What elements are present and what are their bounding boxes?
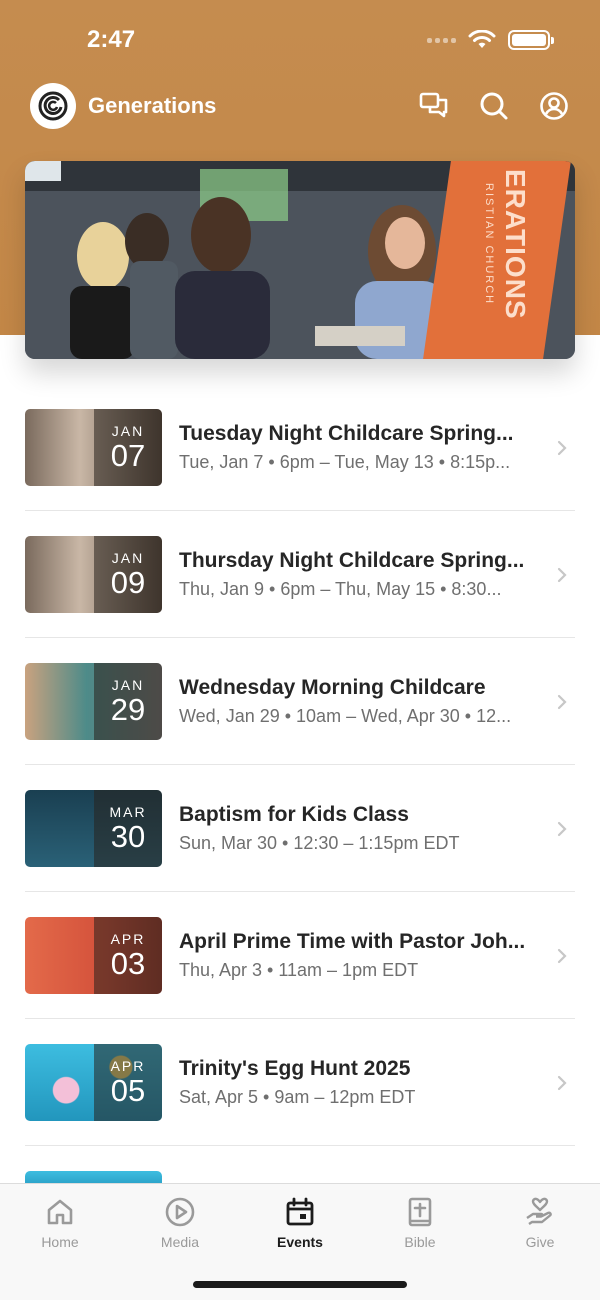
date-month: APR — [110, 1057, 146, 1074]
status-bar: 2:47 — [0, 0, 600, 80]
event-row[interactable]: JAN 09 Thursday Night Childcare Spring..… — [25, 511, 575, 638]
event-title: Trinity's Egg Hunt 2025 — [179, 1056, 411, 1080]
event-thumbnail: APR 03 — [25, 916, 162, 994]
tab-media[interactable]: Media — [120, 1184, 240, 1268]
date-day: 29 — [110, 691, 146, 727]
date-badge: JAN 07 — [94, 408, 162, 486]
banner-text: ERATIONS — [500, 169, 531, 320]
status-time: 2:47 — [87, 26, 136, 53]
tab-bible[interactable]: Bible — [360, 1184, 480, 1268]
event-row[interactable]: JAN 29 Wednesday Morning Childcare Wed, … — [25, 638, 575, 765]
event-title: April Prime Time with Pastor Joh... — [179, 929, 526, 953]
status-icons — [427, 30, 554, 50]
event-title: Wednesday Morning Childcare — [179, 675, 486, 699]
tab-label: Give — [525, 1234, 555, 1250]
bible-icon — [408, 1197, 432, 1227]
date-badge: APR 03 — [94, 916, 162, 994]
home-indicator — [193, 1281, 407, 1288]
chevron-right-icon — [557, 694, 567, 710]
chevron-right-icon — [557, 440, 567, 456]
event-row[interactable]: JAN 07 Tuesday Night Childcare Spring...… — [25, 384, 575, 511]
calendar-icon — [286, 1197, 314, 1226]
featured-banner-image[interactable]: ERATIONS RISTIAN CHURCH — [25, 161, 575, 359]
event-time: Wed, Jan 29 • 10am – Wed, Apr 30 • 12... — [179, 705, 512, 726]
event-time: Thu, Jan 9 • 6pm – Thu, May 15 • 8:30... — [179, 578, 502, 599]
banner-subtext: RISTIAN CHURCH — [483, 183, 495, 306]
event-title: Thursday Night Childcare Spring... — [179, 548, 525, 572]
chevron-right-icon — [557, 821, 567, 837]
date-day: 09 — [110, 564, 146, 600]
chat-icon[interactable] — [418, 90, 450, 122]
date-month: JAN — [111, 676, 145, 693]
date-day: 30 — [110, 818, 146, 854]
event-time: Sun, Mar 30 • 12:30 – 1:15pm EDT — [179, 832, 460, 853]
date-day: 05 — [110, 1072, 146, 1108]
chevron-right-icon — [557, 948, 567, 964]
tab-label: Media — [160, 1234, 200, 1250]
event-list: JAN 07 Tuesday Night Childcare Spring...… — [25, 384, 575, 1273]
date-day: 03 — [110, 945, 146, 981]
cellular-signal-icon — [427, 37, 456, 43]
tab-bar: Home Media Events Bible Give — [0, 1183, 600, 1300]
date-badge: JAN 09 — [94, 535, 162, 613]
wifi-icon — [468, 30, 496, 48]
date-badge: JAN 29 — [94, 662, 162, 740]
header-actions — [418, 90, 570, 122]
event-time: Thu, Apr 3 • 11am – 1pm EDT — [179, 959, 419, 980]
date-month: MAR — [109, 803, 147, 820]
event-row[interactable]: APR 03 April Prime Time with Pastor Joh.… — [25, 892, 575, 1019]
event-row[interactable]: MAR 30 Baptism for Kids Class Sun, Mar 3… — [25, 765, 575, 892]
app-title: Generations — [88, 93, 217, 118]
event-thumbnail: JAN 07 — [25, 408, 162, 486]
tab-label: Home — [41, 1234, 79, 1250]
home-icon — [47, 1199, 73, 1225]
event-row[interactable]: APR 05 Trinity's Egg Hunt 2025 Sat, Apr … — [25, 1019, 575, 1146]
event-thumbnail: APR 05 — [25, 1043, 162, 1121]
event-title: Baptism for Kids Class — [179, 802, 409, 826]
play-circle-icon — [165, 1197, 195, 1227]
date-day: 07 — [110, 437, 146, 473]
hand-heart-icon — [526, 1197, 552, 1225]
event-thumbnail: MAR 30 — [25, 789, 162, 867]
search-icon[interactable] — [478, 90, 510, 122]
battery-icon — [508, 30, 554, 50]
chevron-right-icon — [557, 567, 567, 583]
generations-logo-icon[interactable] — [30, 83, 76, 129]
tab-events[interactable]: Events — [240, 1184, 360, 1268]
event-thumbnail: JAN 09 — [25, 535, 162, 613]
event-time: Sat, Apr 5 • 9am – 12pm EDT — [179, 1086, 416, 1107]
date-month: JAN — [111, 549, 145, 566]
event-time: Tue, Jan 7 • 6pm – Tue, May 13 • 8:15p..… — [179, 451, 511, 472]
tab-home[interactable]: Home — [0, 1184, 120, 1268]
date-badge: APR 05 — [94, 1043, 162, 1121]
date-badge: MAR 30 — [94, 789, 162, 867]
tab-label: Bible — [404, 1234, 436, 1250]
date-month: JAN — [111, 422, 145, 439]
profile-icon[interactable] — [538, 90, 570, 122]
event-title: Tuesday Night Childcare Spring... — [179, 421, 514, 445]
date-month: APR — [110, 930, 146, 947]
chevron-right-icon — [557, 1075, 567, 1091]
tab-give[interactable]: Give — [480, 1184, 600, 1268]
app-header: Generations — [30, 83, 570, 129]
event-thumbnail: JAN 29 — [25, 662, 162, 740]
tab-label: Events — [277, 1234, 323, 1250]
